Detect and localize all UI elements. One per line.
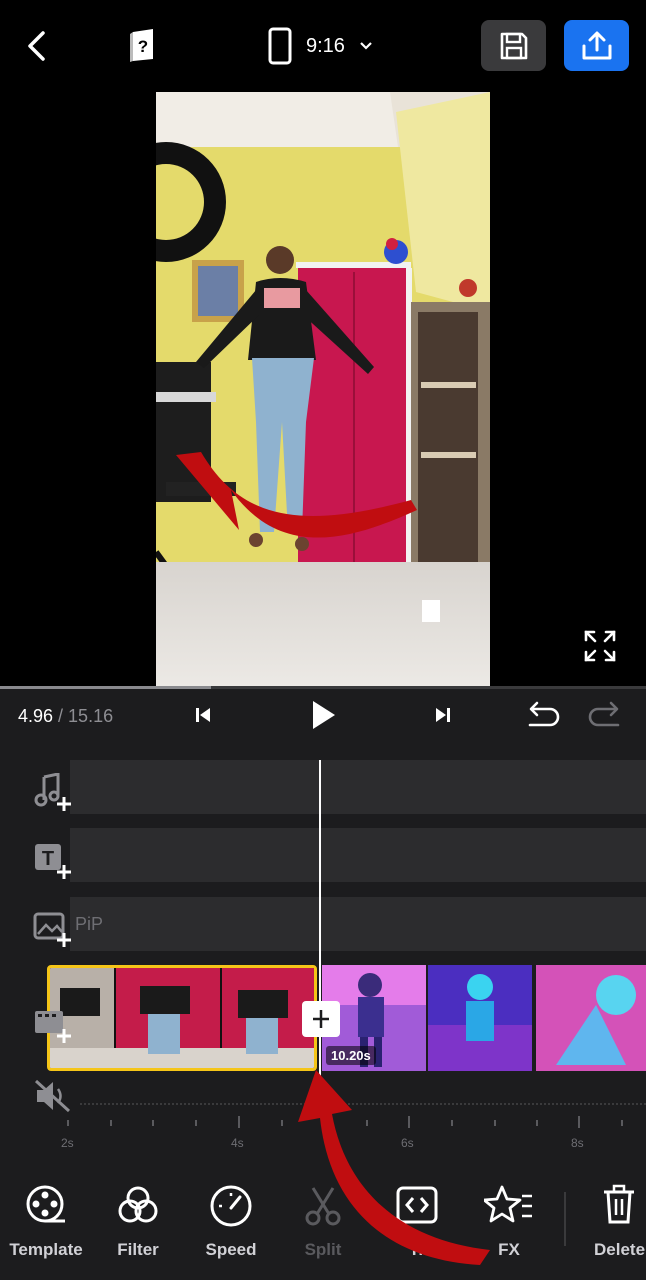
save-icon: [500, 32, 527, 59]
back-button[interactable]: [18, 26, 58, 66]
selected-video-clip[interactable]: [47, 965, 317, 1071]
clip-thumbnails: [50, 968, 314, 1068]
redo-icon: [588, 701, 620, 727]
music-track[interactable]: [70, 760, 646, 814]
total-duration: / 15.16: [53, 706, 114, 726]
help-button[interactable]: ?: [122, 24, 164, 66]
split-handle-icon: [313, 1010, 329, 1028]
tool-delete-label: Delete: [594, 1240, 646, 1259]
mute-speaker-icon: [34, 1079, 71, 1113]
add-video-button[interactable]: [30, 1002, 76, 1048]
redo-button[interactable]: [586, 696, 626, 736]
add-text-button[interactable]: T: [30, 838, 76, 884]
play-button[interactable]: [302, 694, 344, 736]
play-icon: [313, 701, 335, 729]
pip-track[interactable]: [70, 897, 646, 951]
clip-duration-badge: 10.20s: [326, 1046, 376, 1065]
back-arrow-icon: [28, 31, 45, 61]
ruler-label: 8s: [571, 1136, 584, 1150]
export-upload-icon: [582, 31, 611, 59]
video-preview-frame[interactable]: [156, 92, 490, 686]
add-pip-button[interactable]: [30, 906, 76, 952]
time-display: 4.96 / 15.16: [18, 706, 113, 727]
save-button[interactable]: [481, 20, 546, 71]
tool-template-label: Template: [9, 1240, 83, 1259]
trash-icon: [604, 1184, 634, 1224]
svg-text:?: ?: [138, 37, 148, 56]
add-text-icon: T: [35, 844, 71, 879]
transition-split-handle[interactable]: [302, 1001, 340, 1037]
fullscreen-icon: [584, 630, 616, 662]
add-music-icon: [34, 773, 71, 811]
undo-button[interactable]: [522, 696, 562, 736]
tool-delete[interactable]: Delete: [584, 1180, 646, 1270]
tool-speed-label: Speed: [205, 1240, 257, 1259]
chevron-down-icon: [360, 42, 372, 50]
skip-start-icon: [196, 708, 210, 722]
add-pip-image-icon: [33, 912, 71, 947]
ruler-label: 2s: [61, 1136, 74, 1150]
pip-track-label: PiP: [75, 914, 104, 934]
skip-to-end-button[interactable]: [426, 698, 460, 732]
fx-clip-frame-2: [428, 965, 532, 1071]
ruler-label: 4s: [231, 1136, 244, 1150]
fullscreen-button[interactable]: [580, 626, 620, 666]
text-track[interactable]: [70, 828, 646, 882]
playback-progress-fill: [0, 686, 212, 689]
mute-original-audio-button[interactable]: [30, 1076, 76, 1116]
video-frame-image: [156, 92, 490, 686]
tool-filter[interactable]: Filter: [100, 1180, 176, 1270]
aspect-ratio-selector[interactable]: 9:16: [262, 24, 392, 68]
playhead[interactable]: [319, 760, 321, 1100]
skip-to-start-button[interactable]: [186, 698, 220, 732]
tool-template[interactable]: Template: [0, 1180, 92, 1270]
toolbar-divider: [564, 1192, 566, 1246]
add-video-clip-icon: [35, 1011, 71, 1043]
current-time: 4.96: [18, 706, 54, 726]
undo-icon: [528, 701, 560, 727]
svg-text:T: T: [42, 848, 54, 870]
video-clip-thumbnail[interactable]: [536, 965, 646, 1071]
skip-end-icon: [436, 708, 450, 722]
filter-circles-icon: [118, 1186, 158, 1223]
help-book-icon: ?: [130, 29, 153, 62]
video-clip-thumbnail[interactable]: [428, 965, 532, 1071]
template-reel-icon: [26, 1185, 65, 1223]
annotation-arrow: [298, 1070, 490, 1265]
tool-filter-label: Filter: [117, 1240, 159, 1259]
add-music-button[interactable]: [30, 770, 76, 816]
fx-clip-frame-3: [536, 965, 646, 1071]
tool-speed[interactable]: Speed: [192, 1180, 270, 1270]
export-button[interactable]: [564, 20, 629, 71]
phone-frame-icon: [268, 27, 292, 65]
aspect-ratio-label: 9:16: [306, 34, 345, 57]
speedometer-icon: [210, 1185, 252, 1227]
